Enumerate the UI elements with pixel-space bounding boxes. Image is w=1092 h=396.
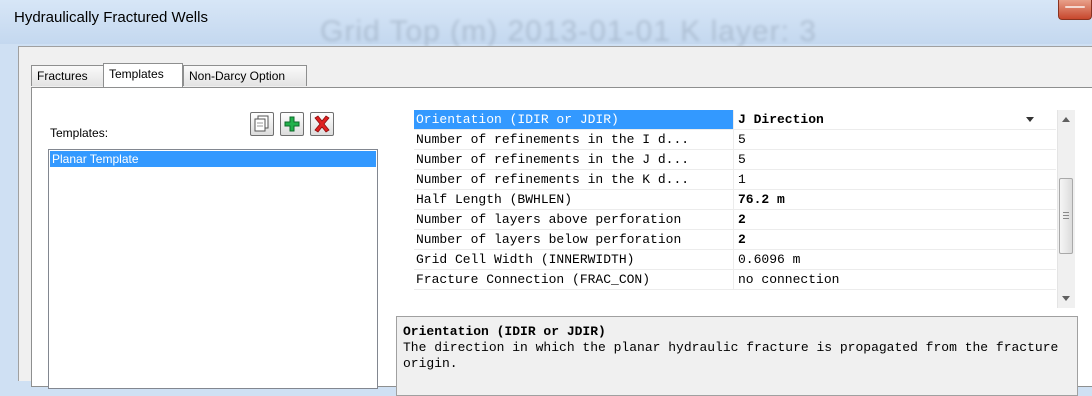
property-grid[interactable]: Orientation (IDIR or JDIR) J Direction N… bbox=[414, 110, 1056, 308]
plus-icon bbox=[284, 116, 300, 132]
vertical-scrollbar[interactable] bbox=[1057, 110, 1075, 308]
x-icon bbox=[314, 115, 330, 133]
property-row[interactable]: Number of refinements in the J d... 5 bbox=[414, 150, 1056, 170]
property-value[interactable]: 5 bbox=[734, 150, 1056, 170]
dialog-client-area: Fractures Templates Non-Darcy Option Tem… bbox=[18, 46, 1092, 396]
property-value[interactable]: no connection bbox=[734, 270, 1056, 290]
add-template-button[interactable] bbox=[280, 112, 304, 136]
property-row[interactable]: Half Length (BWHLEN) 76.2 m bbox=[414, 190, 1056, 210]
property-row[interactable]: Number of layers below perforation 2 bbox=[414, 230, 1056, 250]
background-window-text: Grid Top (m) 2013-01-01 K layer: 3 bbox=[320, 15, 817, 48]
templates-list[interactable]: Planar Template bbox=[48, 149, 378, 389]
copy-icon bbox=[254, 115, 269, 132]
property-row[interactable]: Grid Cell Width (INNERWIDTH) 0.6096 m bbox=[414, 250, 1056, 270]
property-label: Half Length (BWHLEN) bbox=[414, 190, 734, 210]
property-value[interactable]: 2 bbox=[734, 230, 1056, 250]
chevron-down-icon[interactable] bbox=[1026, 117, 1034, 122]
property-label: Number of layers above perforation bbox=[414, 210, 734, 230]
grip-line bbox=[1063, 218, 1069, 219]
scrollbar-thumb[interactable] bbox=[1059, 178, 1073, 254]
property-value[interactable]: 2 bbox=[734, 210, 1056, 230]
window-title: Hydraulically Fractured Wells bbox=[14, 9, 208, 26]
property-row[interactable]: Number of refinements in the K d... 1 bbox=[414, 170, 1056, 190]
tab-non-darcy-option[interactable]: Non-Darcy Option bbox=[183, 65, 307, 86]
tab-fractures[interactable]: Fractures bbox=[31, 65, 104, 86]
templates-tab-page: Templates: Planar Template Orientation (… bbox=[31, 87, 1092, 396]
scroll-down-icon[interactable] bbox=[1062, 296, 1070, 301]
property-label: Grid Cell Width (INNERWIDTH) bbox=[414, 250, 734, 270]
grip-line bbox=[1063, 215, 1069, 216]
property-row-orientation[interactable]: Orientation (IDIR or JDIR) J Direction bbox=[414, 110, 1056, 130]
property-label: Number of layers below perforation bbox=[414, 230, 734, 250]
copy-template-button[interactable] bbox=[250, 112, 274, 136]
description-panel: Orientation (IDIR or JDIR) The direction… bbox=[396, 316, 1078, 396]
property-label: Number of refinements in the J d... bbox=[414, 150, 734, 170]
property-value[interactable]: 1 bbox=[734, 170, 1056, 190]
close-button[interactable] bbox=[1058, 0, 1092, 20]
property-value-dropdown[interactable]: J Direction bbox=[734, 110, 1056, 130]
property-row[interactable]: Number of refinements in the I d... 5 bbox=[414, 130, 1056, 150]
grip-line bbox=[1063, 212, 1069, 213]
description-title: Orientation (IDIR or JDIR) bbox=[403, 324, 606, 339]
description-body: The direction in which the planar hydrau… bbox=[403, 340, 1059, 371]
property-value[interactable]: 0.6096 m bbox=[734, 250, 1056, 270]
property-row[interactable]: Number of layers above perforation 2 bbox=[414, 210, 1056, 230]
delete-template-button[interactable] bbox=[310, 112, 334, 136]
property-label: Orientation (IDIR or JDIR) bbox=[414, 110, 734, 130]
list-item[interactable]: Planar Template bbox=[50, 151, 376, 167]
templates-label: Templates: bbox=[50, 126, 109, 140]
property-value[interactable]: 5 bbox=[734, 130, 1056, 150]
title-bar[interactable]: Hydraulically Fractured Wells Grid Top (… bbox=[0, 0, 1092, 48]
property-label: Number of refinements in the I d... bbox=[414, 130, 734, 150]
property-value[interactable]: 76.2 m bbox=[734, 190, 1056, 210]
scroll-up-icon[interactable] bbox=[1062, 117, 1070, 122]
property-label: Number of refinements in the K d... bbox=[414, 170, 734, 190]
property-label: Fracture Connection (FRAC_CON) bbox=[414, 270, 734, 290]
tab-templates[interactable]: Templates bbox=[103, 63, 183, 87]
property-row[interactable]: Fracture Connection (FRAC_CON) no connec… bbox=[414, 270, 1056, 290]
